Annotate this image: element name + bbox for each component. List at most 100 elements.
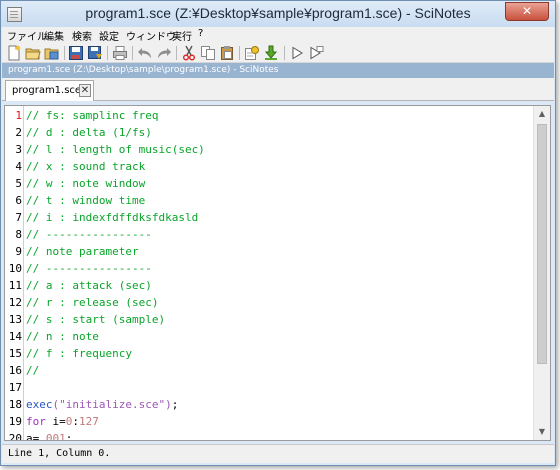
code-token: ; [171, 398, 179, 411]
menu-settings[interactable]: 設定 [99, 28, 119, 43]
line-number: 9 [15, 245, 22, 258]
code-line[interactable]: // note parameter [26, 243, 139, 260]
code-token: ("initialize.sce") [52, 398, 172, 411]
code-line[interactable]: // x : sound track [26, 158, 145, 175]
line-number: 3 [15, 143, 22, 156]
settings-icon[interactable] [244, 45, 260, 61]
line-number: 5 [15, 177, 22, 190]
code-line[interactable]: // ---------------- [26, 260, 152, 277]
code-line[interactable]: // r : release (sec) [26, 294, 158, 311]
toolbar [2, 43, 554, 63]
line-number: 8 [15, 228, 22, 241]
code-line[interactable]: // s : start (sample) [26, 311, 165, 328]
open-folder-icon[interactable] [25, 45, 41, 61]
code-token: // w : note window [26, 177, 146, 190]
copy-icon[interactable] [200, 45, 216, 61]
code-line[interactable]: // d : delta (1/fs) [26, 124, 152, 141]
new-file-icon[interactable] [6, 45, 22, 61]
code-token: exec [26, 398, 53, 411]
code-token: // f : frequency [26, 347, 132, 360]
menu-window[interactable]: ウィンドウ [126, 28, 176, 43]
code-line[interactable]: a=.001; [26, 430, 73, 441]
execute-icon[interactable] [289, 45, 305, 61]
menu-file[interactable]: ファイル [7, 28, 47, 43]
download-icon[interactable] [263, 45, 279, 61]
tab-close-icon[interactable]: ✕ [79, 84, 91, 97]
execute-options-icon[interactable] [308, 45, 324, 61]
line-number: 16 [8, 364, 22, 377]
code-token: // a : attack (sec) [26, 279, 152, 292]
scinotes-window: program1.sce (Z:¥Desktop¥sample¥program1… [0, 0, 556, 466]
code-token: // d : delta (1/fs) [26, 126, 152, 139]
code-line[interactable]: // t : window time [26, 192, 145, 209]
code-token: // note parameter [26, 245, 139, 258]
line-number: 19 [8, 415, 22, 428]
code-token: // i : indexfdffdksfdkasld [26, 211, 199, 224]
code-token: for [26, 415, 46, 428]
code-token: // r : release (sec) [26, 296, 159, 309]
undo-icon[interactable] [137, 45, 153, 61]
code-token: // t : window time [26, 194, 146, 207]
save-as-icon[interactable] [87, 45, 103, 61]
menu-execute[interactable]: 実行 [172, 28, 192, 43]
menu-edit[interactable]: 編集 [44, 28, 64, 43]
paste-icon[interactable] [219, 45, 235, 61]
code-token: .001 [39, 432, 66, 441]
line-number: 20 [8, 432, 22, 441]
line-number: 2 [15, 126, 22, 139]
tab-strip: program1.sce ✕ [2, 78, 554, 101]
title-bar[interactable]: program1.sce (Z:¥Desktop¥sample¥program1… [1, 1, 555, 27]
code-token: // s : start (sample) [26, 313, 166, 326]
line-number: 4 [15, 160, 22, 173]
tab-label: program1.sce [12, 85, 82, 96]
menu-help[interactable]: ? [198, 28, 203, 39]
code-editor[interactable]: 1 2 3 4 5 6 7 8 9 10 11 12 13 14 15 16 17 18 19 20 // fs: s… [4, 105, 551, 441]
code-token: ; [65, 432, 73, 441]
code-line[interactable]: // ---------------- [26, 226, 152, 243]
open-recent-icon[interactable] [44, 45, 60, 61]
code-line[interactable]: // [26, 362, 39, 379]
code-token: 127 [79, 415, 99, 428]
line-number: 6 [15, 194, 22, 207]
menu-bar: ファイル 編集 検索 設定 ウィンドウ 実行 ? [2, 27, 554, 43]
window-title: program1.sce (Z:¥Desktop¥sample¥program1… [85, 5, 471, 21]
code-token: // x : sound track [26, 160, 146, 173]
scroll-up-icon[interactable]: ▲ [534, 106, 550, 122]
code-token: a= [26, 432, 40, 441]
save-icon[interactable] [68, 45, 84, 61]
line-number: 17 [8, 381, 22, 394]
code-line[interactable]: // w : note window [26, 175, 145, 192]
code-token: // [26, 364, 40, 377]
redo-icon[interactable] [156, 45, 172, 61]
code-line[interactable]: // l : length of music(sec) [26, 141, 205, 158]
code-token: : [72, 415, 79, 428]
scrollbar-thumb[interactable] [537, 124, 547, 364]
code-line[interactable]: exec("initialize.sce"); [26, 396, 178, 413]
code-token: // fs: samplinc freq [26, 109, 159, 122]
file-path-bar: program1.sce (Z:\Desktop\sample\program1… [2, 63, 554, 78]
code-line[interactable]: // a : attack (sec) [26, 277, 152, 294]
code-token: // ---------------- [26, 228, 152, 241]
code-line[interactable]: // fs: samplinc freq [26, 107, 158, 124]
scroll-down-icon[interactable]: ▼ [534, 424, 550, 440]
code-token: i= [45, 415, 66, 428]
line-number: 7 [15, 211, 22, 224]
line-number: 1 [15, 109, 22, 122]
status-bar: Line 1, Column 0. [2, 444, 554, 463]
window-close-button[interactable]: ✕ [505, 2, 549, 21]
line-number: 12 [8, 296, 22, 309]
code-line[interactable]: // n : note [26, 328, 99, 345]
cut-icon[interactable] [181, 45, 197, 61]
code-token: // ---------------- [26, 262, 152, 275]
print-icon[interactable] [112, 45, 128, 61]
line-number: 14 [8, 330, 22, 343]
line-number: 11 [8, 279, 22, 292]
code-token: // l : length of music(sec) [26, 143, 205, 156]
line-number: 18 [8, 398, 22, 411]
menu-search[interactable]: 検索 [72, 28, 92, 43]
tab-program1[interactable]: program1.sce ✕ [5, 80, 94, 101]
code-line[interactable]: for i=0:127 [26, 413, 99, 430]
vertical-scrollbar[interactable]: ▲ ▼ [533, 106, 550, 440]
code-line[interactable]: // f : frequency [26, 345, 132, 362]
code-line[interactable]: // i : indexfdffdksfdkasld [26, 209, 198, 226]
